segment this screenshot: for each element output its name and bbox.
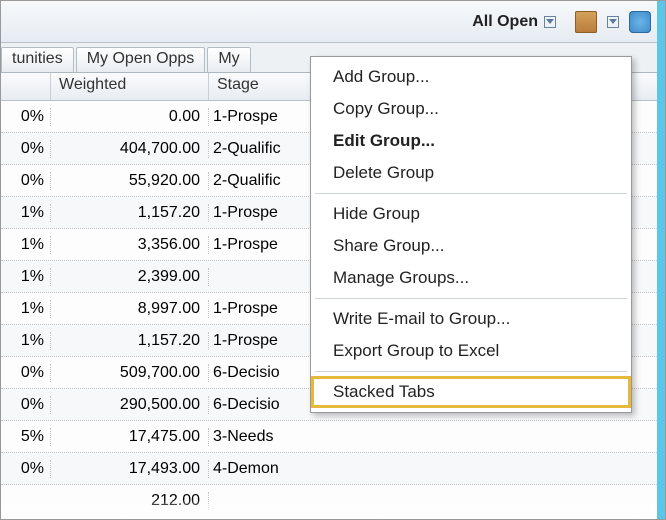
- cell-percent: 1%: [1, 332, 51, 350]
- menu-separator: [315, 371, 627, 372]
- table-row[interactable]: 0%17,493.004-Demon: [1, 453, 665, 485]
- database-icon[interactable]: [629, 11, 651, 33]
- tab-my[interactable]: My: [207, 47, 250, 72]
- menu-item-export-group-to-excel[interactable]: Export Group to Excel: [311, 335, 631, 367]
- cell-weighted: 1,157.20: [51, 204, 209, 222]
- tab-opportunities[interactable]: tunities: [1, 47, 74, 72]
- menu-item-stacked-tabs[interactable]: Stacked Tabs: [311, 376, 631, 408]
- cell-percent: 1%: [1, 300, 51, 318]
- chevron-down-icon[interactable]: [607, 16, 619, 28]
- cell-weighted: 1,157.20: [51, 332, 209, 350]
- cell-weighted: 3,356.00: [51, 236, 209, 254]
- group-filter-dropdown[interactable]: All Open: [463, 10, 565, 34]
- menu-item-share-group[interactable]: Share Group...: [311, 230, 631, 262]
- cell-weighted: 17,475.00: [51, 428, 209, 446]
- menu-item-manage-groups[interactable]: Manage Groups...: [311, 262, 631, 294]
- column-header-percent[interactable]: [1, 73, 51, 100]
- cell-stage: 4-Demon: [209, 460, 389, 478]
- menu-item-hide-group[interactable]: Hide Group: [311, 198, 631, 230]
- table-row[interactable]: 5%17,475.003-Needs: [1, 421, 665, 453]
- context-menu: Add Group...Copy Group...Edit Group...De…: [310, 56, 632, 413]
- cell-percent: 0%: [1, 108, 51, 126]
- menu-item-copy-group[interactable]: Copy Group...: [311, 93, 631, 125]
- cell-percent: 0%: [1, 140, 51, 158]
- cell-percent: 0%: [1, 460, 51, 478]
- cell-weighted: 0.00: [51, 108, 209, 126]
- cell-weighted: 509,700.00: [51, 364, 209, 382]
- cell-weighted: 2,399.00: [51, 268, 209, 286]
- menu-item-add-group[interactable]: Add Group...: [311, 61, 631, 93]
- menu-separator: [315, 298, 627, 299]
- menu-item-delete-group[interactable]: Delete Group: [311, 157, 631, 189]
- column-header-weighted[interactable]: Weighted: [51, 73, 209, 100]
- menu-item-edit-group[interactable]: Edit Group...: [311, 125, 631, 157]
- menu-item-write-e-mail-to-group[interactable]: Write E-mail to Group...: [311, 303, 631, 335]
- group-icon[interactable]: [575, 11, 597, 33]
- toolbar: All Open: [1, 1, 665, 43]
- cell-percent: 5%: [1, 428, 51, 446]
- bottom-fade: [1, 499, 657, 519]
- cell-percent: 0%: [1, 172, 51, 190]
- cell-percent: 1%: [1, 268, 51, 286]
- cell-weighted: 17,493.00: [51, 460, 209, 478]
- cell-percent: 1%: [1, 204, 51, 222]
- cell-percent: 1%: [1, 236, 51, 254]
- right-edge-stripe: [657, 1, 665, 519]
- cell-percent: 0%: [1, 396, 51, 414]
- tab-my-open-opps[interactable]: My Open Opps: [76, 47, 206, 72]
- cell-percent: 0%: [1, 364, 51, 382]
- cell-weighted: 8,997.00: [51, 300, 209, 318]
- cell-weighted: 290,500.00: [51, 396, 209, 414]
- group-filter-label: All Open: [472, 13, 538, 31]
- cell-weighted: 55,920.00: [51, 172, 209, 190]
- menu-separator: [315, 193, 627, 194]
- cell-stage: 3-Needs: [209, 428, 389, 446]
- cell-weighted: 404,700.00: [51, 140, 209, 158]
- chevron-down-icon: [544, 16, 556, 28]
